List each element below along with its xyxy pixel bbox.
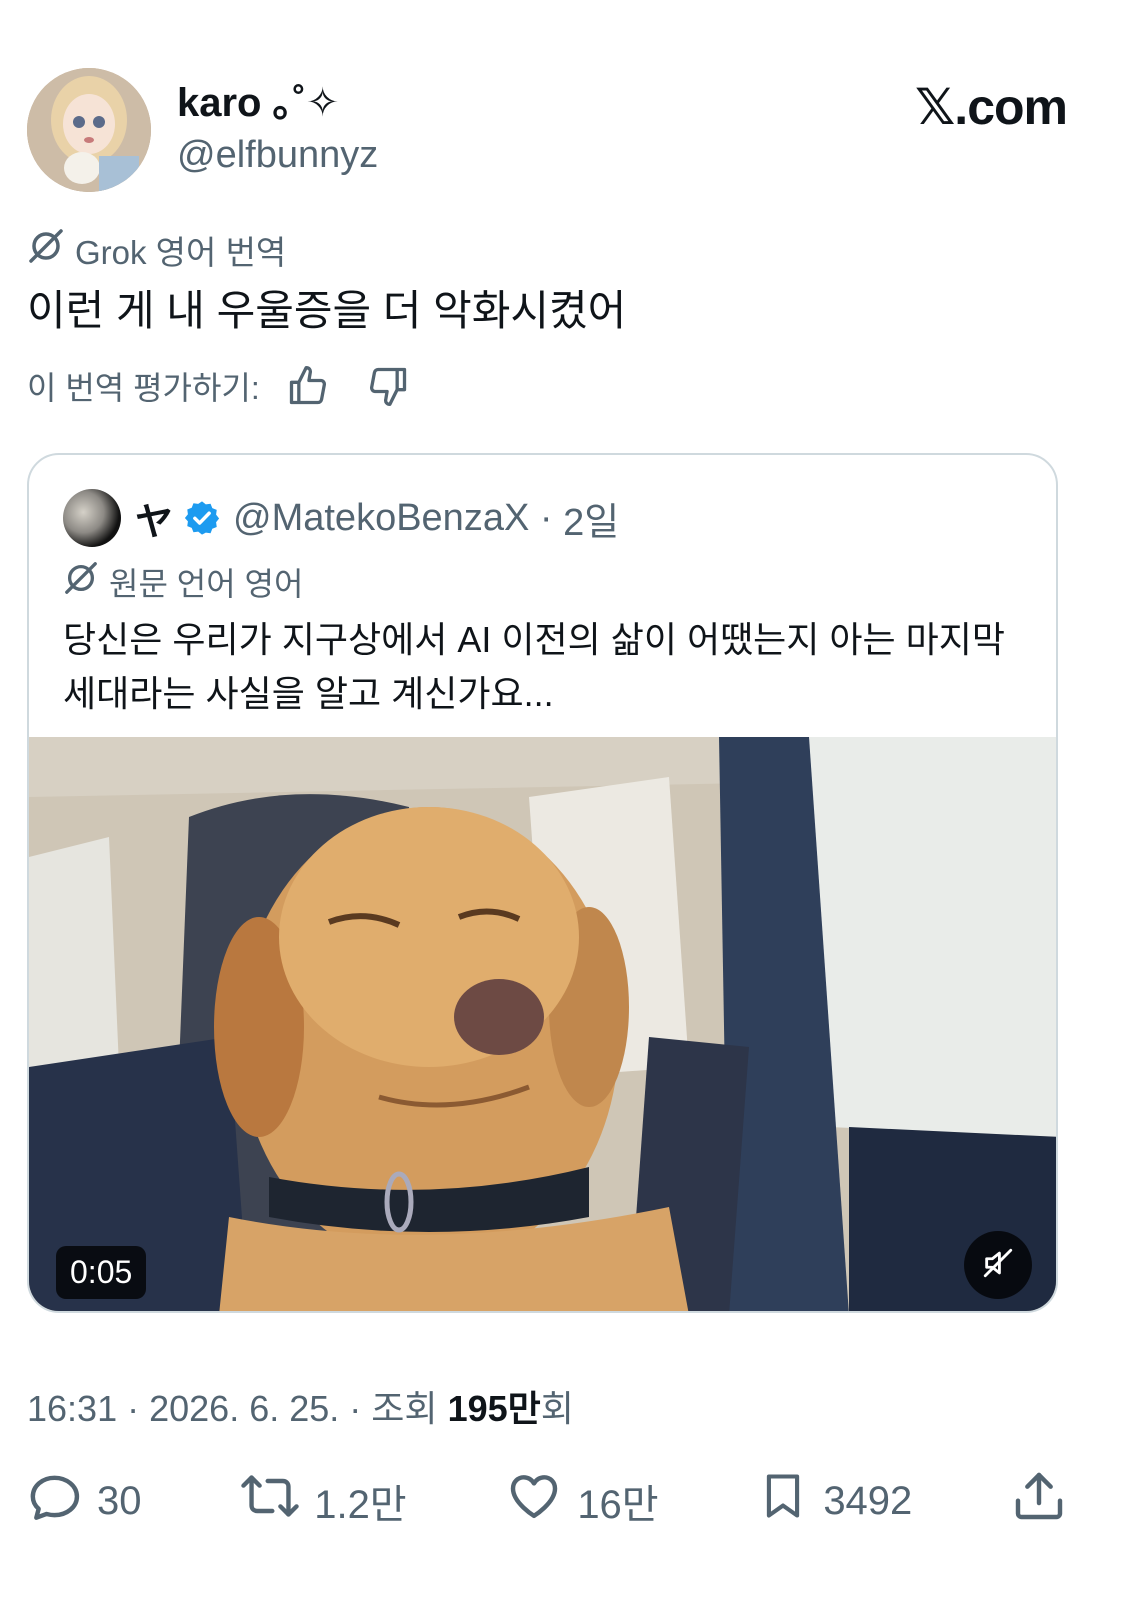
quoted-tweet[interactable]: ヤ @MatekoBenzaX · 2일 원문 언어 영어 당신은 우리가 지구… xyxy=(27,453,1058,1313)
quoted-tweet-header: ヤ @MatekoBenzaX · 2일 xyxy=(63,489,619,547)
repost-count: 1.2만 xyxy=(314,1483,407,1527)
bookmark-count: 3492 xyxy=(823,1478,913,1523)
tweet-text: 이런 게 내 우울증을 더 악화시켰어 xyxy=(27,287,627,334)
quoted-author-name[interactable]: ヤ xyxy=(135,491,173,546)
video-player[interactable]: 0:05 xyxy=(29,737,1056,1311)
reply-count: 30 xyxy=(97,1478,142,1523)
thumbs-down-icon[interactable] xyxy=(364,362,412,410)
views-suffix: 회 xyxy=(540,1388,574,1429)
post-date[interactable]: 2026. 6. 25. xyxy=(149,1388,339,1429)
grok-icon xyxy=(27,227,65,273)
separator-dot: · xyxy=(529,496,564,539)
author-avatar[interactable] xyxy=(27,68,151,192)
heart-icon xyxy=(505,1468,563,1534)
views-number: 195만 xyxy=(447,1388,541,1429)
video-frame-dog-in-car xyxy=(29,737,1056,1311)
repost-button[interactable]: 1.2만 xyxy=(240,1468,407,1534)
mute-toggle-button[interactable] xyxy=(964,1231,1032,1299)
share-icon xyxy=(1011,1468,1067,1534)
reply-button[interactable]: 30 xyxy=(27,1468,142,1534)
quoted-tweet-text: 당신은 우리가 지구상에서 AI 이전의 삶이 어땠는지 아는 마지막 세대라는… xyxy=(63,619,1006,714)
meta-dot: · xyxy=(349,1388,372,1429)
original-language-label: 원문 언어 영어 xyxy=(63,559,303,605)
meta-dot: · xyxy=(127,1388,150,1429)
bookmark-icon xyxy=(757,1468,809,1534)
action-bar: 30 1.2만 16만 3492 xyxy=(27,1466,1067,1536)
tweet-meta: 16:31 · 2026. 6. 25. · 조회 195만회 xyxy=(27,1380,574,1432)
original-language-text: 원문 언어 영어 xyxy=(109,566,304,602)
reply-icon xyxy=(27,1468,83,1534)
views-prefix: 조회 xyxy=(371,1388,438,1429)
quoted-author-avatar[interactable] xyxy=(63,489,121,547)
grok-translation-label: Grok 영어 번역 xyxy=(27,226,286,274)
verified-badge-icon xyxy=(183,499,221,537)
tweet-header: karo ｡˚✧ @elfbunnyz 𝕏.com xyxy=(27,68,1107,198)
author-handle[interactable]: @elfbunnyz xyxy=(177,130,378,180)
quoted-time: 2일 xyxy=(563,501,620,544)
speaker-muted-icon xyxy=(981,1246,1015,1285)
bookmark-button[interactable]: 3492 xyxy=(757,1468,912,1534)
translation-rating: 이 번역 평가하기: xyxy=(27,362,412,410)
like-button[interactable]: 16만 xyxy=(505,1468,659,1534)
translation-label-text: Grok 영어 번역 xyxy=(75,234,287,271)
video-duration-badge: 0:05 xyxy=(56,1246,147,1299)
post-time[interactable]: 16:31 xyxy=(27,1388,117,1429)
grok-icon xyxy=(63,560,99,604)
rate-label: 이 번역 평가하기: xyxy=(27,370,260,406)
share-button[interactable] xyxy=(1011,1468,1067,1534)
repost-icon xyxy=(240,1468,300,1534)
site-label: 𝕏.com xyxy=(915,79,1068,135)
quoted-author-handle[interactable]: @MatekoBenzaX xyxy=(233,497,529,540)
thumbs-up-icon[interactable] xyxy=(284,362,332,410)
author-display-name[interactable]: karo ｡˚✧ xyxy=(177,78,378,128)
avatar-doll-image xyxy=(27,68,151,192)
like-count: 16만 xyxy=(577,1483,659,1527)
